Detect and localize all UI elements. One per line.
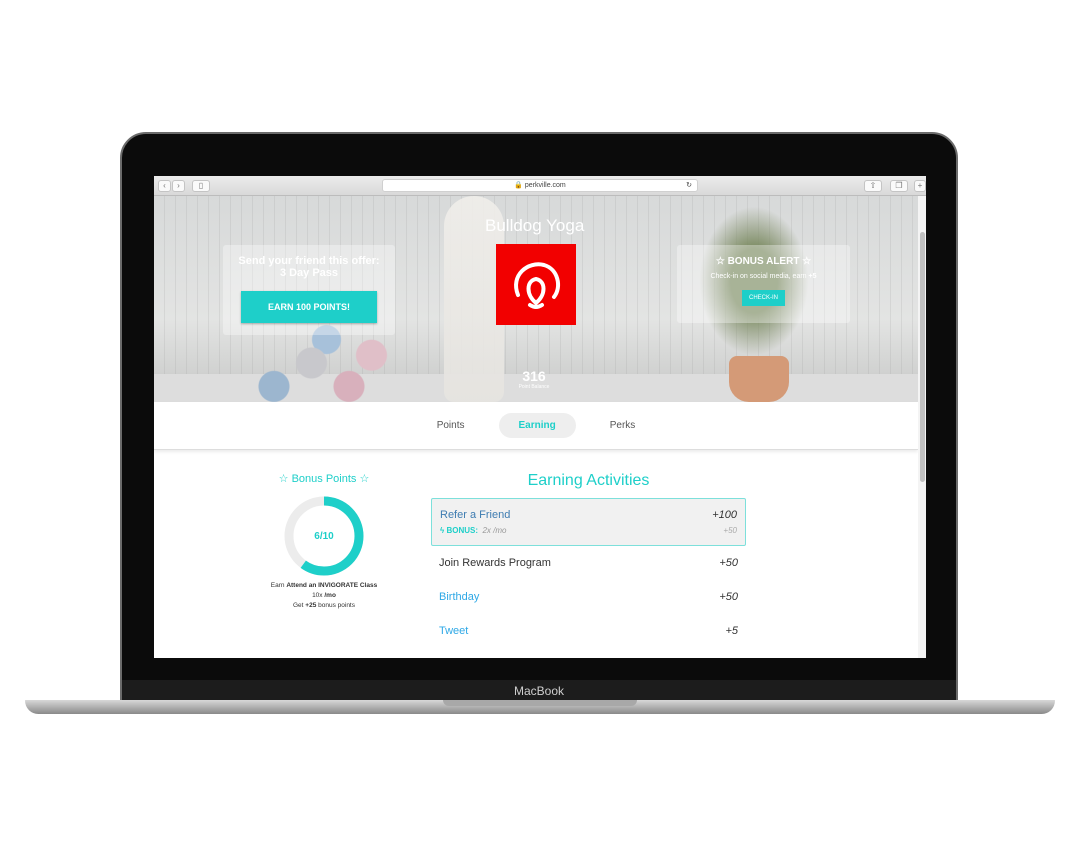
- business-name: Bulldog Yoga: [485, 216, 585, 235]
- reload-icon[interactable]: ↻: [686, 180, 692, 192]
- url-text: perkville.com: [524, 182, 566, 189]
- new-tab-icon[interactable]: +: [914, 180, 926, 192]
- activity-name: Refer a Friend: [440, 509, 511, 521]
- bonus-activity: Attend an INVIGORATE Class: [286, 582, 378, 589]
- tab-points[interactable]: Points: [417, 413, 485, 438]
- back-icon[interactable]: ‹: [158, 180, 171, 192]
- bonus-alert-card: ☆ BONUS ALERT ☆ Check-in on social media…: [677, 245, 850, 323]
- earning-activities: Earning Activities Refer a Friend +100 ϟ …: [431, 472, 746, 648]
- scrollbar[interactable]: [918, 196, 926, 658]
- tab-perks[interactable]: Perks: [590, 413, 656, 438]
- address-bar[interactable]: 🔒 perkville.com ↻: [382, 179, 698, 192]
- activity-points: +50: [719, 591, 738, 603]
- business-logo: [496, 244, 576, 325]
- bonus-label: BONUS:: [446, 526, 479, 535]
- referral-offer-card: Send your friend this offer: 3 Day Pass …: [223, 245, 395, 335]
- activity-row[interactable]: Refer a Friend +100 ϟ BONUS: 2x /mo +50: [431, 498, 746, 546]
- earning-activities-title: Earning Activities: [527, 472, 650, 489]
- tab-earning[interactable]: Earning: [498, 413, 576, 438]
- earn-points-button[interactable]: EARN 100 POINTS!: [241, 291, 377, 323]
- activity-row[interactable]: Join Rewards Program +50: [431, 546, 746, 580]
- bonus-alert-text: Check-in on social media, earn: [710, 273, 807, 280]
- progress-ring: 6/10: [283, 495, 365, 577]
- offer-title: Send your friend this offer:: [238, 255, 380, 267]
- share-icon[interactable]: ⇧: [864, 180, 882, 192]
- bonus-pts: +25: [305, 602, 317, 609]
- lightning-icon: ϟ: [440, 526, 445, 535]
- hero-banner: Bulldog Yoga Send your friend this offer…: [154, 196, 918, 402]
- bonus-alert-points: +5: [808, 273, 817, 280]
- scrollbar-thumb[interactable]: [920, 232, 925, 482]
- activity-row[interactable]: Tweet +5: [431, 614, 746, 648]
- progress-label: 6/10: [314, 530, 334, 542]
- bonus-points-panel: ☆ Bonus Points ☆ 6/10 Earn Attend an INV…: [254, 472, 394, 611]
- bolsters-image: [244, 324, 394, 402]
- bonus-points: +50: [723, 526, 737, 535]
- bonus-alert-title: ☆ BONUS ALERT ☆: [715, 256, 812, 267]
- sidebar-icon[interactable]: ▯: [192, 180, 210, 192]
- activity-points: +100: [712, 509, 737, 521]
- laptop-label: MacBook: [122, 680, 956, 702]
- check-in-button[interactable]: CHECK-IN: [741, 290, 785, 306]
- activity-name: Join Rewards Program: [439, 557, 551, 569]
- freq-unit: /mo: [324, 592, 336, 599]
- offer-name: 3 Day Pass: [279, 267, 339, 279]
- point-balance-label: Point Balance: [518, 384, 550, 390]
- activity-row[interactable]: Birthday +50: [431, 580, 746, 614]
- bonus-points-title: ☆ Bonus Points ☆: [278, 473, 370, 485]
- forward-icon[interactable]: ›: [172, 180, 185, 192]
- activity-points: +5: [725, 625, 738, 637]
- bonus-frequency: 2x /mo: [482, 526, 507, 535]
- browser-toolbar: ‹ › ▯ 🔒 perkville.com ↻ ⇧ ❐ +: [154, 176, 926, 196]
- earn-prefix: Earn: [270, 582, 285, 589]
- browser-window: ‹ › ▯ 🔒 perkville.com ↻ ⇧ ❐ + Bulldog Yog…: [154, 176, 926, 658]
- point-balance-value: 316: [522, 368, 546, 384]
- activity-name: Tweet: [439, 625, 469, 637]
- tab-bar: Points Earning Perks: [154, 402, 918, 450]
- get-prefix: Get: [292, 602, 304, 609]
- freq-count: 10x: [312, 592, 323, 599]
- activity-name: Birthday: [439, 591, 480, 603]
- get-suffix: bonus points: [318, 602, 355, 609]
- point-balance: 316 Point Balance: [494, 368, 574, 390]
- activity-points: +50: [719, 557, 738, 569]
- pot-image: [729, 356, 789, 402]
- tabs-icon[interactable]: ❐: [890, 180, 908, 192]
- laptop-notch: [443, 700, 637, 706]
